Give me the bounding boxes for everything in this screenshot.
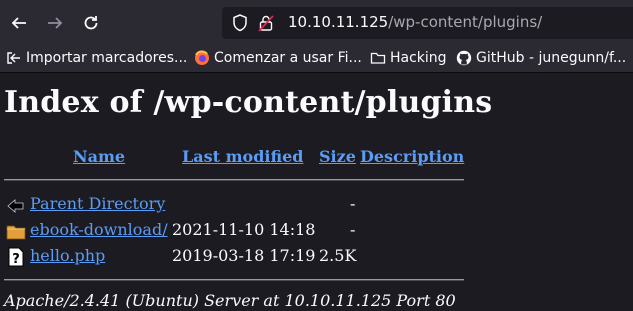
bookmark-label: GitHub - junegunn/f... xyxy=(476,50,627,66)
back-button[interactable] xyxy=(6,10,32,36)
insecure-lock-icon[interactable] xyxy=(258,14,274,32)
bookmark-firefox[interactable]: Comenzar a usar Fi... xyxy=(194,50,362,66)
folder-icon xyxy=(370,50,386,66)
list-item-size: - xyxy=(350,220,356,239)
svg-text:?: ? xyxy=(12,252,20,267)
bookmark-label: Importar marcadores... xyxy=(26,50,188,66)
page-title: Index of /wp-content/plugins xyxy=(4,85,493,120)
forward-button[interactable] xyxy=(42,10,68,36)
github-icon xyxy=(456,50,472,66)
footer-divider xyxy=(4,279,464,281)
bookmark-label: Hacking xyxy=(390,50,447,66)
list-item-modified: 2021-11-10 14:18 xyxy=(172,220,316,239)
url-text[interactable]: 10.10.11.125/wp-content/plugins/ xyxy=(288,13,542,31)
url-host: 10.10.11.125 xyxy=(288,13,389,31)
list-item-link[interactable]: hello.php xyxy=(30,246,105,265)
import-icon xyxy=(6,50,22,66)
bookmark-folder-hacking[interactable]: Hacking xyxy=(370,50,447,66)
url-bar[interactable]: 10.10.11.125/wp-content/plugins/ xyxy=(222,7,633,39)
column-header-description[interactable]: Description xyxy=(360,147,464,166)
list-item-size: 2.5K xyxy=(319,246,357,265)
reload-button[interactable] xyxy=(78,10,104,36)
firefox-icon xyxy=(194,50,210,66)
back-arrow-icon xyxy=(7,199,24,213)
bookmark-github[interactable]: GitHub - junegunn/f... xyxy=(456,50,626,66)
forward-arrow-icon xyxy=(48,17,63,29)
url-path: /wp-content/plugins/ xyxy=(388,13,543,31)
page-content: Index of /wp-content/plugins Name Last m… xyxy=(0,73,633,311)
browser-toolbar: 10.10.11.125/wp-content/plugins/ xyxy=(0,0,633,46)
unknown-file-icon: ? xyxy=(8,247,24,267)
column-header-last-modified[interactable]: Last modified xyxy=(182,147,303,166)
reload-icon xyxy=(84,16,98,30)
shield-icon[interactable] xyxy=(232,14,248,32)
list-item-link[interactable]: ebook-download/ xyxy=(30,220,168,239)
list-item-size: - xyxy=(350,194,356,213)
header-divider xyxy=(4,179,464,181)
bookmarks-bar: Importar marcadores... Comenzar a usar F… xyxy=(0,46,633,73)
bookmark-label: Comenzar a usar Fi... xyxy=(214,50,362,66)
folder-icon xyxy=(6,225,26,240)
column-header-size[interactable]: Size xyxy=(319,147,356,166)
server-signature: Apache/2.4.41 (Ubuntu) Server at 10.10.1… xyxy=(4,291,456,310)
back-arrow-icon xyxy=(11,17,26,29)
list-item-modified: 2019-03-18 17:19 xyxy=(172,246,316,265)
list-item-link[interactable]: Parent Directory xyxy=(30,194,165,213)
column-header-name[interactable]: Name xyxy=(73,147,125,166)
bookmark-import[interactable]: Importar marcadores... xyxy=(6,50,187,66)
